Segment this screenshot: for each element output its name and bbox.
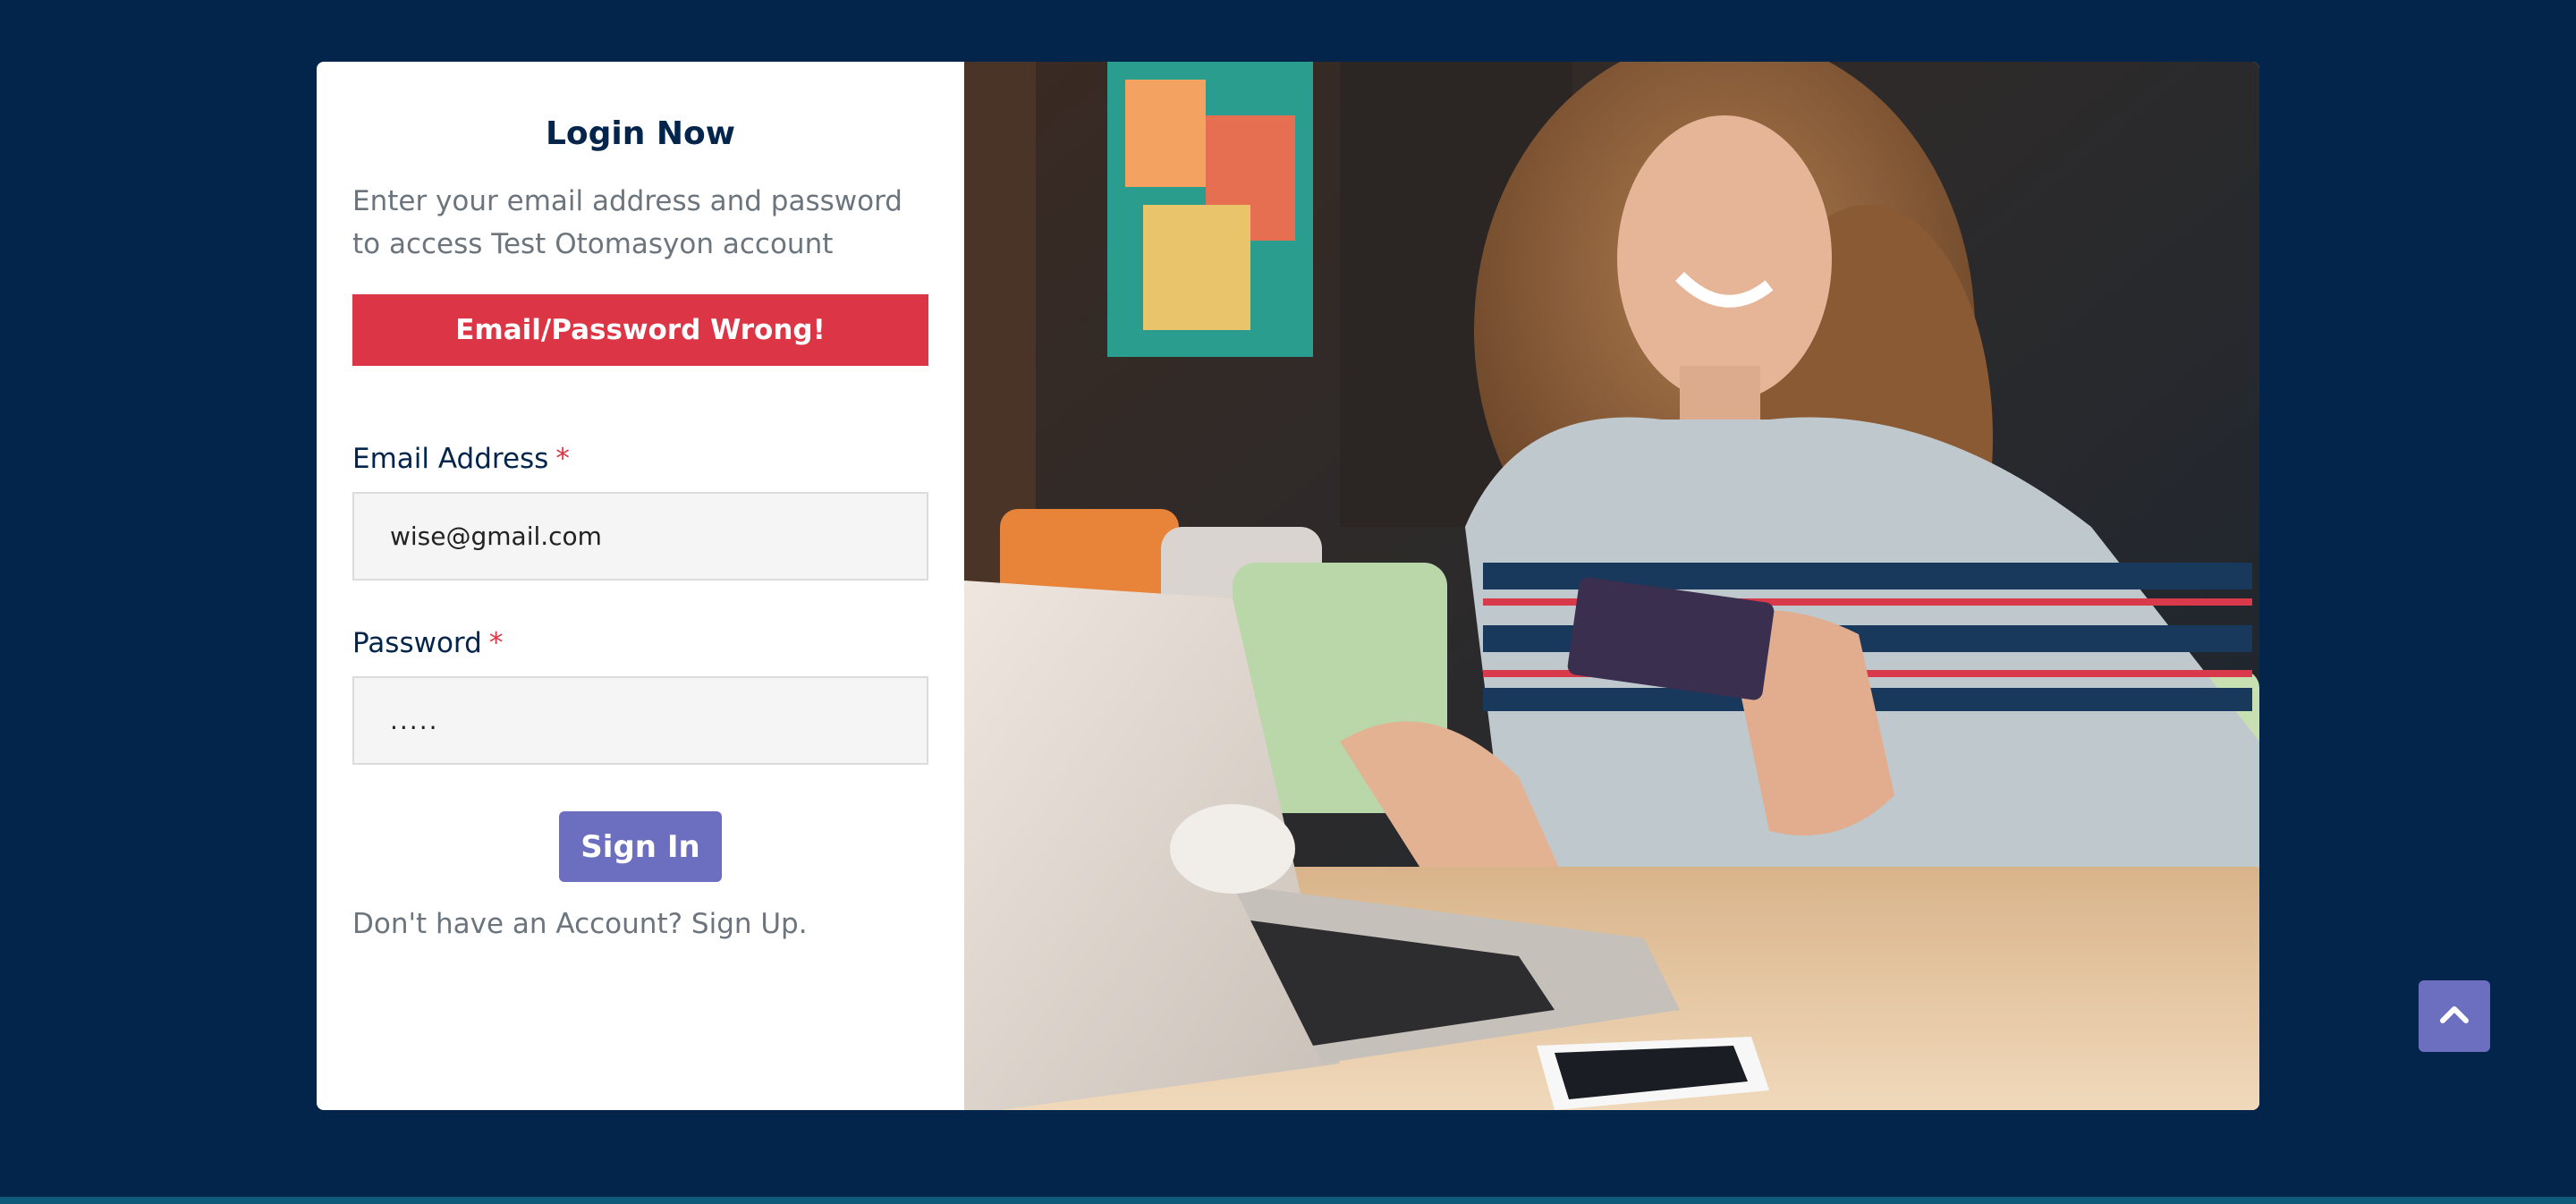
hero-image [964,62,2259,1110]
sign-up-link[interactable]: Don't have an Account? Sign Up. [352,908,808,940]
chevron-up-icon [2439,1005,2470,1028]
required-marker: * [488,627,504,659]
sign-in-button[interactable]: Sign In [559,811,722,882]
email-label-text: Email Address [352,443,549,475]
login-card: Login Now Enter your email address and p… [317,62,2259,1110]
footer-strip [0,1197,2576,1204]
error-alert-text: Email/Password Wrong! [455,314,826,346]
required-marker: * [555,443,570,475]
page-title: Login Now [545,115,736,152]
email-field[interactable] [352,492,928,581]
password-field[interactable] [352,676,928,765]
password-label: Password * [352,627,503,659]
login-subtitle: Enter your email address and password to… [352,185,902,260]
password-label-text: Password [352,627,482,659]
scroll-to-top-button[interactable] [2419,980,2490,1052]
hero-photo-illustration [964,62,2259,1110]
email-label: Email Address * [352,443,570,475]
error-alert: Email/Password Wrong! [352,294,928,366]
login-form-panel: Login Now Enter your email address and p… [317,62,964,1110]
